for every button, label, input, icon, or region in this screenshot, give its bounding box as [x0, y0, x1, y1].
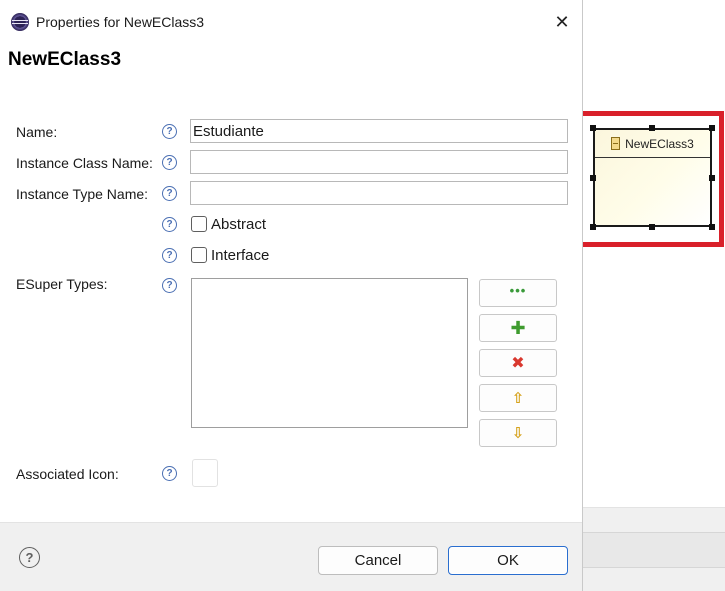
close-button[interactable]: ✕	[548, 8, 576, 36]
cancel-button[interactable]: Cancel	[318, 546, 438, 575]
interface-label[interactable]: Interface	[211, 247, 269, 264]
esuper-types-label: ESuper Types:	[16, 276, 108, 292]
page-heading: NewEClass3	[8, 49, 122, 70]
delete-icon: ✖	[511, 355, 525, 372]
abstract-help-icon[interactable]: ?	[162, 217, 177, 232]
dialog-footer: ? Cancel OK	[0, 522, 582, 591]
instance-type-help-icon[interactable]: ?	[162, 186, 177, 201]
instance-type-name-field[interactable]	[190, 181, 568, 205]
abstract-label[interactable]: Abstract	[211, 216, 266, 233]
eclipse-app-icon	[11, 13, 29, 31]
interface-checkbox[interactable]	[191, 247, 207, 263]
arrow-down-icon: ⇩	[511, 425, 525, 442]
properties-dialog: Properties for NewEClass3 ✕ NewEClass3 N…	[0, 0, 583, 591]
ok-button[interactable]: OK	[448, 546, 568, 575]
arrow-up-icon: ⇧	[511, 390, 525, 407]
editor-tab-strip	[583, 532, 725, 568]
instance-class-name-field[interactable]	[190, 150, 568, 174]
instance-class-name-label: Instance Class Name:	[16, 155, 153, 171]
move-up-button[interactable]: ⇧	[479, 384, 557, 412]
browse-super-types-button[interactable]: •••	[479, 279, 557, 307]
dialog-titlebar: Properties for NewEClass3 ✕	[0, 0, 582, 44]
associated-icon-help-icon[interactable]: ?	[162, 466, 177, 481]
abstract-checkbox[interactable]	[191, 216, 207, 232]
name-help-icon[interactable]: ?	[162, 124, 177, 139]
associated-icon-label: Associated Icon:	[16, 466, 119, 482]
plus-icon: ✚	[510, 317, 526, 338]
dialog-title: Properties for NewEClass3	[36, 14, 205, 30]
name-field[interactable]: Estudiante	[190, 119, 568, 143]
associated-icon-picker[interactable]	[192, 459, 218, 487]
editor-bottom-panel	[583, 507, 725, 591]
esuper-types-help-icon[interactable]: ?	[162, 278, 177, 293]
esuper-types-list[interactable]	[191, 278, 468, 428]
add-super-type-button[interactable]: ✚	[479, 314, 557, 342]
instance-type-name-label: Instance Type Name:	[16, 186, 149, 202]
name-label: Name:	[16, 124, 58, 140]
move-down-button[interactable]: ⇩	[479, 419, 557, 447]
ellipsis-icon: •••	[509, 283, 527, 298]
instance-class-help-icon[interactable]: ?	[162, 155, 177, 170]
red-highlight-box	[561, 111, 724, 247]
remove-super-type-button[interactable]: ✖	[479, 349, 557, 377]
help-icon[interactable]: ?	[19, 547, 40, 568]
interface-help-icon[interactable]: ?	[162, 248, 177, 263]
